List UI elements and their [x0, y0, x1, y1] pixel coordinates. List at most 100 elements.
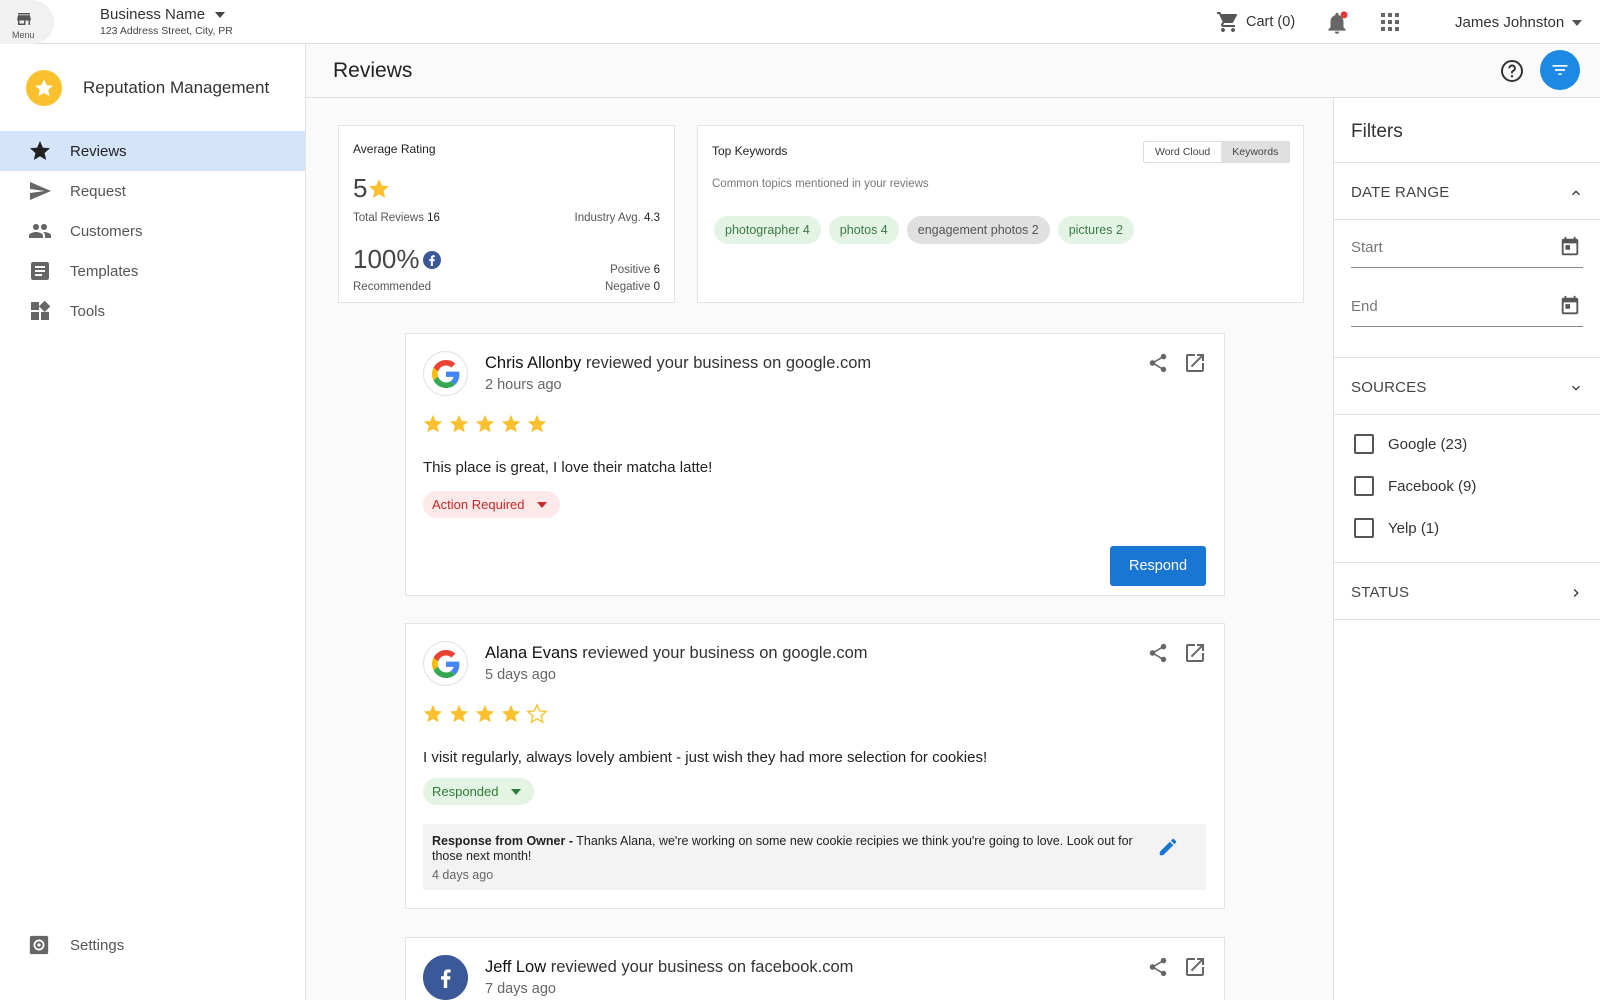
sidebar-item-label: Templates — [70, 262, 139, 280]
cart-button[interactable]: Cart (0) — [1216, 10, 1295, 34]
average-rating-value: 5 — [353, 173, 368, 203]
star-icon — [369, 178, 390, 198]
status-dropdown[interactable]: Responded — [423, 778, 534, 805]
chevron-down-icon — [1568, 380, 1584, 401]
open-external-icon[interactable] — [1183, 955, 1207, 984]
menu-button[interactable]: Menu — [0, 0, 54, 44]
cart-label: Cart (0) — [1246, 14, 1296, 30]
star-filled-icon — [501, 704, 521, 723]
star-filled-icon — [449, 414, 469, 433]
status-dropdown[interactable]: Action Required — [423, 491, 560, 518]
sidebar-item-customers[interactable]: Customers — [0, 211, 305, 251]
checkbox[interactable] — [1354, 434, 1374, 454]
sidebar-item-request[interactable]: Request — [0, 171, 305, 211]
status-label: Responded — [432, 784, 499, 799]
open-external-icon[interactable] — [1183, 641, 1207, 670]
sidebar-item-reviews[interactable]: Reviews — [0, 131, 305, 171]
reviewer-name: Alana Evans — [485, 644, 578, 662]
notifications-button[interactable] — [1324, 10, 1350, 41]
star-outline-icon — [526, 703, 548, 724]
caret-down-icon — [536, 501, 547, 508]
source-facebook-checkbox[interactable]: Facebook (9) — [1354, 476, 1476, 496]
facebook-logo-icon — [423, 955, 468, 1000]
word-cloud-toggle[interactable]: Word Cloud — [1144, 142, 1221, 162]
owner-response-text: Response from Owner - Thanks Alana, we'r… — [432, 834, 1133, 863]
star-filled-icon — [423, 414, 443, 433]
checkbox[interactable] — [1354, 518, 1374, 538]
end-date-label: End — [1351, 298, 1378, 315]
star-filled-icon — [475, 704, 495, 723]
keywords-toggle[interactable]: Keywords — [1221, 142, 1290, 162]
sidebar-item-label: Reviews — [70, 142, 127, 160]
keyword-chip[interactable]: pictures 2 — [1057, 216, 1134, 244]
status-label: STATUS — [1351, 584, 1410, 601]
negative-count: Negative 0 — [605, 281, 660, 293]
star-rating — [422, 413, 548, 435]
filter-button[interactable] — [1540, 50, 1580, 90]
review-headline: Jeff Low reviewed your business on faceb… — [485, 958, 854, 976]
review-card: Chris Allonby reviewed your business on … — [405, 333, 1225, 596]
people-icon — [0, 219, 70, 243]
user-menu[interactable]: James Johnston — [1455, 14, 1583, 31]
review-time: 7 days ago — [485, 981, 556, 997]
business-name: Business Name — [100, 6, 206, 23]
edit-icon[interactable] — [1157, 836, 1179, 863]
end-date-field[interactable]: End — [1351, 295, 1583, 327]
caret-down-icon — [1572, 20, 1583, 27]
business-address: 123 Address Street, City, PR — [100, 25, 233, 37]
help-button[interactable] — [1500, 59, 1524, 88]
average-rating-card: Average Rating 5 Total Reviews 16 Indust… — [338, 125, 675, 303]
start-date-field[interactable]: Start — [1351, 236, 1583, 268]
recommended-percent: 100% — [353, 244, 420, 274]
sidebar-nav: Reviews Request Customers Templates Tool… — [0, 131, 305, 331]
view-toggle: Word Cloud Keywords — [1143, 141, 1291, 163]
filters-panel: Filters DATE RANGE Start End SOURCES Goo… — [1333, 98, 1600, 1000]
reviewer-name: Chris Allonby — [485, 354, 582, 372]
sources-section-header[interactable]: SOURCES — [1334, 357, 1600, 415]
keyword-chip[interactable]: photographer 4 — [714, 216, 821, 244]
star-filled-icon — [449, 704, 469, 723]
sidebar-item-label: Customers — [70, 222, 143, 240]
sidebar-item-tools[interactable]: Tools — [0, 291, 305, 331]
chevron-up-icon — [1568, 185, 1584, 206]
source-yelp-checkbox[interactable]: Yelp (1) — [1354, 518, 1439, 538]
keyword-chip[interactable]: photos 4 — [828, 216, 899, 244]
sidebar: Reputation Management Reviews Request Cu… — [0, 44, 306, 1000]
sidebar-item-settings[interactable]: Settings — [0, 925, 305, 965]
date-range-section-header[interactable]: DATE RANGE — [1334, 162, 1600, 220]
keyword-chip[interactable]: engagement photos 2 — [906, 216, 1050, 244]
review-text: This place is great, I love their matcha… — [423, 459, 713, 476]
sidebar-item-label: Request — [70, 182, 126, 200]
google-logo-icon — [423, 641, 468, 686]
date-range-label: DATE RANGE — [1351, 184, 1450, 201]
calendar-icon[interactable] — [1559, 236, 1581, 263]
facebook-icon — [422, 250, 441, 269]
app-title: Reputation Management — [83, 78, 270, 97]
apps-grid-icon — [1381, 13, 1399, 31]
sidebar-item-templates[interactable]: Templates — [0, 251, 305, 291]
send-icon — [0, 179, 70, 203]
top-keywords-subtitle: Common topics mentioned in your reviews — [712, 178, 929, 190]
page-title: Reviews — [333, 59, 413, 82]
top-keywords-card: Top Keywords Word Cloud Keywords Common … — [697, 125, 1304, 303]
star-filled-icon — [423, 704, 443, 723]
status-section-header[interactable]: STATUS — [1334, 562, 1600, 620]
widgets-icon — [0, 299, 70, 323]
share-icon[interactable] — [1147, 642, 1169, 669]
apps-button[interactable] — [1380, 12, 1400, 37]
cart-icon — [1217, 12, 1238, 32]
review-time: 5 days ago — [485, 667, 556, 683]
share-icon[interactable] — [1147, 956, 1169, 983]
review-headline: Alana Evans reviewed your business on go… — [485, 644, 868, 662]
business-selector[interactable]: Business Name 123 Address Street, City, … — [100, 6, 233, 37]
open-external-icon[interactable] — [1183, 351, 1207, 380]
respond-button[interactable]: Respond — [1110, 546, 1206, 586]
star-filled-icon — [475, 414, 495, 433]
share-icon[interactable] — [1147, 352, 1169, 379]
calendar-icon[interactable] — [1559, 295, 1581, 322]
source-google-checkbox[interactable]: Google (23) — [1354, 434, 1467, 454]
star-icon — [0, 139, 70, 163]
checkbox[interactable] — [1354, 476, 1374, 496]
source-label: Google (23) — [1388, 435, 1468, 453]
settings-gear-icon — [0, 934, 70, 956]
